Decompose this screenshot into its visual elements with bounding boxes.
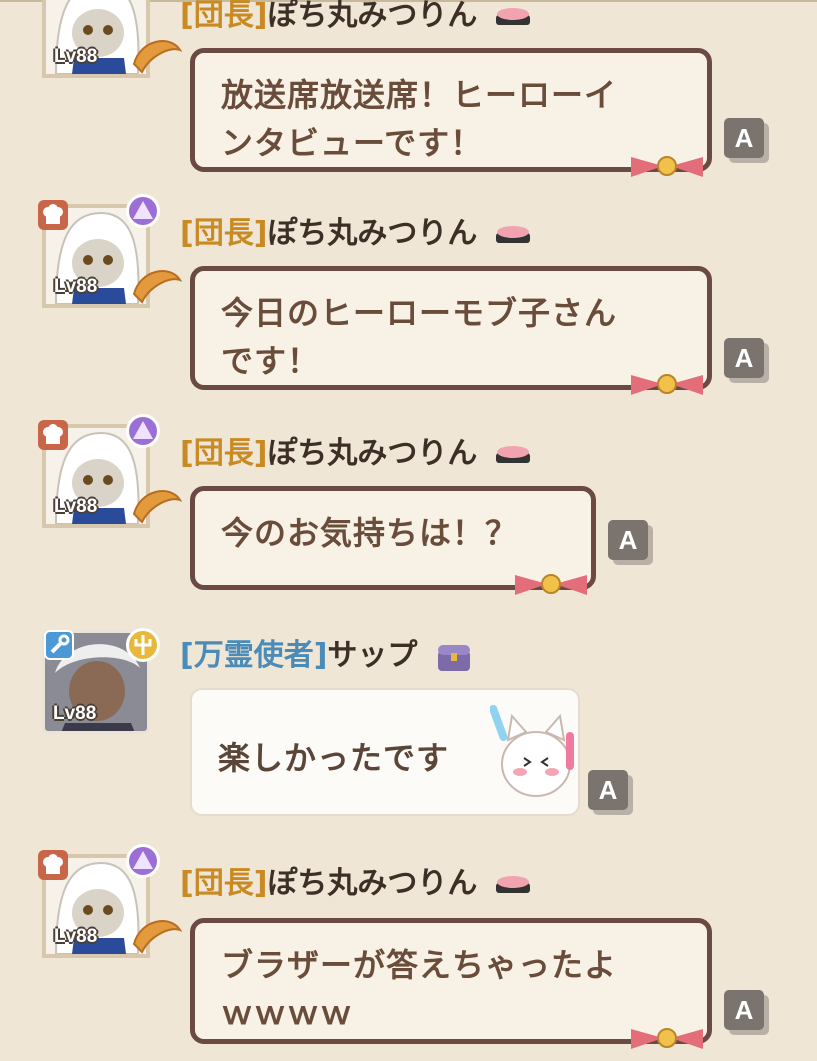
sender-name-text: ぽち丸みつりん: [267, 0, 478, 33]
croissant-icon: [132, 40, 182, 74]
bell-bow-icon: [515, 574, 587, 595]
rank-tag: [団長]: [180, 216, 268, 251]
croissant-icon: [132, 490, 182, 524]
message-text-line: 今日のヒーローモブ子さん: [221, 294, 618, 332]
translate-button[interactable]: A: [724, 338, 764, 378]
level-label: Lv88: [54, 276, 98, 297]
sender-name-text: ぽち丸みつりん: [267, 436, 478, 471]
rank-tag: [団長]: [180, 436, 268, 471]
message-bubble: ブラザーが答えちゃったよ ｗｗｗｗ: [190, 918, 712, 1049]
bell-bow-icon: [631, 1028, 703, 1049]
rank-tag: [万霊使者]: [180, 638, 328, 673]
purple-gem-icon: [126, 414, 160, 448]
sender-name: [団長]ぽち丸みつりん: [180, 428, 534, 472]
message-bubble: 放送席放送席！ヒーローイ ンタビューです！: [190, 48, 712, 177]
bell-bow-icon: [631, 156, 703, 177]
message-bubble: 楽しかったです: [190, 688, 580, 816]
purple-gem-icon: [126, 844, 160, 878]
croissant-icon: [132, 920, 182, 954]
message-bubble: 今日のヒーローモブ子さん です！: [190, 266, 712, 395]
level-label: Lv88: [54, 46, 98, 67]
croissant-icon: [132, 270, 182, 304]
sushi-icon: [495, 225, 530, 243]
sender-name-text: ぽち丸みつりん: [267, 216, 478, 251]
avatar[interactable]: Lv88: [38, 626, 160, 734]
sender-name: [万霊使者]サップ: [180, 630, 474, 675]
translate-button[interactable]: A: [724, 118, 764, 158]
cheering-cat-sticker[interactable]: [490, 702, 576, 802]
sender-name: [団長]ぽち丸みつりん: [180, 0, 534, 34]
sender-name-text: ぽち丸みつりん: [267, 866, 478, 901]
rank-tag: [団長]: [180, 866, 268, 901]
sushi-icon: [495, 445, 530, 463]
bell-bow-icon: [631, 374, 703, 395]
chat-log: Lv88 [団長]ぽち丸みつりん 放送席放送席！ヒーローイ ンタビューです！ A: [0, 0, 817, 1061]
level-label: Lv88: [53, 703, 97, 724]
gold-trident-icon: [126, 628, 160, 662]
avatar[interactable]: Lv88: [38, 0, 182, 78]
sushi-icon: [495, 875, 530, 893]
sushi-icon: [495, 7, 530, 25]
avatar[interactable]: Lv88: [38, 414, 182, 528]
wrench-icon: [44, 630, 74, 660]
sender-name-text: サップ: [327, 638, 418, 673]
message-text-line: 今のお気持ちは！？: [221, 514, 519, 552]
translate-button[interactable]: A: [588, 770, 628, 810]
message-text-line: ブラザーが答えちゃったよ: [221, 946, 618, 984]
purple-gem-icon: [126, 194, 160, 228]
translate-button[interactable]: A: [724, 990, 764, 1030]
message-text-line: です！: [221, 342, 321, 380]
sender-name: [団長]ぽち丸みつりん: [180, 208, 534, 252]
message-text-line: 放送席放送席！ヒーローイ: [221, 76, 618, 114]
chef-hat-icon: [38, 200, 68, 230]
avatar[interactable]: Lv88: [38, 194, 182, 308]
message-text-line: ンタビューです！: [221, 124, 484, 162]
translate-button[interactable]: A: [608, 520, 648, 560]
rank-tag: [団長]: [180, 0, 268, 33]
sender-name: [団長]ぽち丸みつりん: [180, 858, 534, 902]
treasure-chest-icon: [437, 644, 470, 671]
avatar[interactable]: Lv88: [38, 844, 182, 958]
message-bubble: 今のお気持ちは！？: [190, 486, 596, 595]
message-text-line: ｗｗｗｗ: [221, 994, 354, 1032]
level-label: Lv88: [54, 496, 98, 517]
chef-hat-icon: [38, 850, 68, 880]
chef-hat-icon: [38, 420, 68, 450]
level-label: Lv88: [54, 926, 98, 947]
